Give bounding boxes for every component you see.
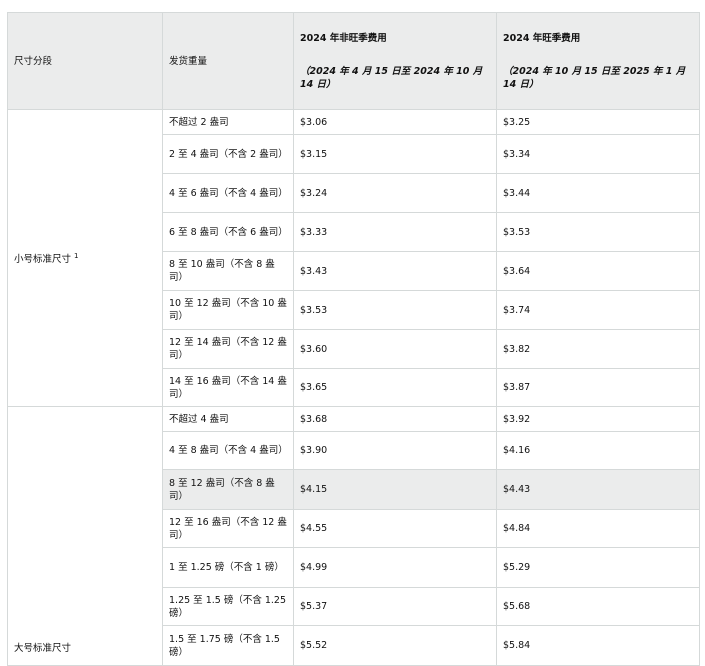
offpeak-fee-cell: $4.55	[293, 509, 497, 548]
weight-cell: 8 至 12 盎司（不含 8 盎司）	[162, 469, 294, 510]
tier-small-standard: 小号标准尺寸 1	[7, 109, 163, 407]
tier-label: 小号标准尺寸	[14, 254, 72, 266]
offpeak-fee-cell: $3.68	[293, 406, 497, 432]
offpeak-fee-cell: $5.37	[293, 587, 497, 626]
peak-fee-cell: $3.87	[496, 368, 700, 407]
tier-large-standard: 大号标准尺寸	[7, 406, 163, 666]
header-offpeak-title: 2024 年非旺季费用	[300, 32, 387, 44]
peak-fee-cell: $3.92	[496, 406, 700, 432]
peak-fee-cell: $3.74	[496, 290, 700, 330]
weight-cell: 8 至 10 盎司（不含 8 盎司）	[162, 251, 294, 291]
weight-cell: 12 至 16 盎司（不含 12 盎司）	[162, 509, 294, 548]
table-row: 大号标准尺寸 不超过 4 盎司 $3.68 $3.92	[7, 406, 700, 666]
header-peak-dates: （2024 年 10 月 15 日至 2025 年 1 月 14 日）	[503, 65, 686, 90]
header-peak-title: 2024 年旺季费用	[503, 32, 581, 44]
weight-cell: 1.5 至 1.75 磅（不含 1.5 磅）	[162, 625, 294, 666]
header-tier: 尺寸分段	[7, 12, 163, 110]
weight-cell: 不超过 4 盎司	[162, 406, 294, 432]
offpeak-fee-cell: $3.60	[293, 329, 497, 369]
peak-fee-cell: $3.64	[496, 251, 700, 291]
offpeak-fee-cell: $4.99	[293, 547, 497, 588]
weight-cell: 2 至 4 盎司（不含 2 盎司）	[162, 134, 294, 174]
weight-cell: 4 至 8 盎司（不含 4 盎司）	[162, 431, 294, 470]
weight-cell: 12 至 14 盎司（不含 12 盎司）	[162, 329, 294, 369]
peak-fee-cell: $3.44	[496, 173, 700, 213]
weight-cell: 6 至 8 盎司（不含 6 盎司）	[162, 212, 294, 252]
weight-cell: 不超过 2 盎司	[162, 109, 294, 135]
header-offpeak-dates: （2024 年 4 月 15 日至 2024 年 10 月 14 日）	[300, 65, 483, 90]
offpeak-fee-cell: $3.90	[293, 431, 497, 470]
offpeak-fee-cell: $3.65	[293, 368, 497, 407]
offpeak-fee-cell: $5.52	[293, 625, 497, 666]
peak-fee-cell: $4.43	[496, 469, 700, 510]
header-weight: 发货重量	[162, 12, 294, 110]
peak-fee-cell: $3.25	[496, 109, 700, 135]
offpeak-fee-cell: $3.43	[293, 251, 497, 291]
header-offpeak: 2024 年非旺季费用 （2024 年 4 月 15 日至 2024 年 10 …	[293, 12, 497, 110]
weight-cell: 1 至 1.25 磅（不含 1 磅）	[162, 547, 294, 588]
weight-cell: 1.25 至 1.5 磅（不含 1.25 磅）	[162, 587, 294, 626]
peak-fee-cell: $4.84	[496, 509, 700, 548]
offpeak-fee-cell: $3.24	[293, 173, 497, 213]
peak-fee-cell: $5.29	[496, 547, 700, 588]
offpeak-fee-cell: $3.33	[293, 212, 497, 252]
peak-fee-cell: $3.53	[496, 212, 700, 252]
offpeak-fee-cell: $3.53	[293, 290, 497, 330]
header-peak: 2024 年旺季费用 （2024 年 10 月 15 日至 2025 年 1 月…	[496, 12, 700, 110]
peak-fee-cell: $4.16	[496, 431, 700, 470]
peak-fee-cell: $3.34	[496, 134, 700, 174]
weight-cell: 10 至 12 盎司（不含 10 盎司）	[162, 290, 294, 330]
header-row: 尺寸分段 发货重量 2024 年非旺季费用 （2024 年 4 月 15 日至 …	[7, 12, 700, 110]
fee-table: 尺寸分段 发货重量 2024 年非旺季费用 （2024 年 4 月 15 日至 …	[7, 12, 700, 666]
weight-cell: 14 至 16 盎司（不含 14 盎司）	[162, 368, 294, 407]
table-row: 小号标准尺寸 1 不超过 2 盎司 $3.06 $3.25	[7, 109, 700, 407]
peak-fee-cell: $5.84	[496, 625, 700, 666]
footnote-marker[interactable]: 1	[74, 252, 78, 260]
peak-fee-cell: $5.68	[496, 587, 700, 626]
weight-cell: 4 至 6 盎司（不含 4 盎司）	[162, 173, 294, 213]
offpeak-fee-cell: $3.06	[293, 109, 497, 135]
offpeak-fee-cell: $4.15	[293, 469, 497, 510]
offpeak-fee-cell: $3.15	[293, 134, 497, 174]
tier-label: 大号标准尺寸	[14, 643, 72, 654]
peak-fee-cell: $3.82	[496, 329, 700, 369]
